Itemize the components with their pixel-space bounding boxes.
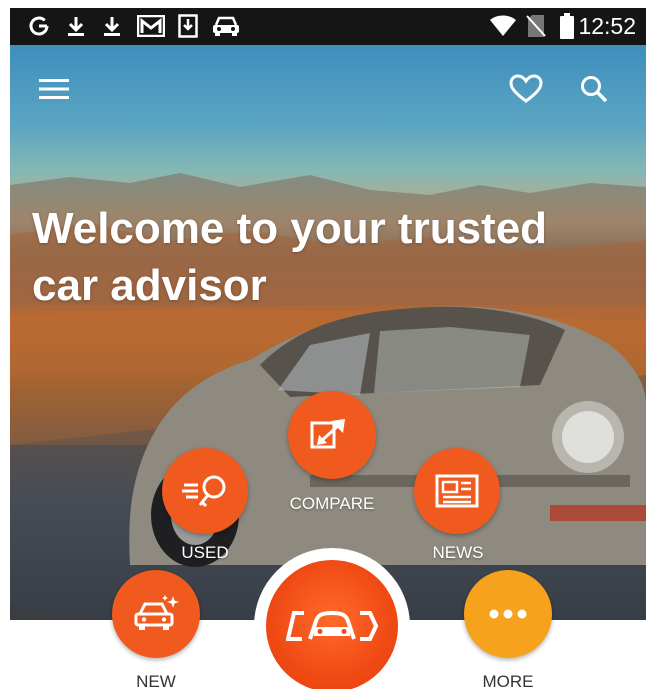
headline-line-2: car advisor <box>32 261 267 310</box>
search-button[interactable] <box>570 65 618 113</box>
g-icon <box>26 13 52 39</box>
newspaper-icon <box>435 474 479 508</box>
used-button[interactable] <box>162 448 248 534</box>
new-label: NEW <box>136 672 176 689</box>
wifi-icon <box>488 13 518 39</box>
used-key-icon <box>182 475 226 508</box>
status-time: 12:52 <box>578 13 636 39</box>
compare-button[interactable] <box>288 391 376 479</box>
hero-banner: Welcome to your trusted car advisor <box>10 45 646 620</box>
hero-headline: Welcome to your trusted car advisor <box>32 200 632 314</box>
battery-icon <box>558 13 576 39</box>
home-logo-button[interactable] <box>266 560 398 689</box>
new-button[interactable] <box>112 570 200 658</box>
used-label: USED <box>181 543 229 562</box>
news-label: NEWS <box>432 543 484 562</box>
favorites-button[interactable] <box>502 65 550 113</box>
compare-label: COMPARE <box>289 494 375 513</box>
app-screen: 12:52 Welcome to your trusted car adviso… <box>10 8 646 689</box>
compare-arrows-icon <box>310 419 345 449</box>
gmail-icon <box>136 13 166 39</box>
more-button[interactable] <box>464 570 552 658</box>
download-icon <box>64 13 88 39</box>
more-label: MORE <box>482 672 534 689</box>
hero-background-image <box>10 173 646 620</box>
search-icon <box>581 76 608 103</box>
more-dots-icon <box>489 609 527 619</box>
menu-button[interactable] <box>30 65 78 113</box>
hamburger-menu-icon <box>39 79 69 99</box>
cardekho-logo-icon <box>286 610 378 641</box>
status-bar: 12:52 <box>10 8 646 45</box>
no-sim-icon <box>524 13 548 39</box>
news-button[interactable] <box>414 448 500 534</box>
download-box-icon <box>176 13 200 39</box>
car-icon <box>210 13 242 39</box>
download-icon <box>100 13 124 39</box>
headline-line-1: Welcome to your trusted <box>32 204 548 253</box>
new-car-sparkle-icon <box>134 595 179 630</box>
heart-icon <box>509 74 543 103</box>
